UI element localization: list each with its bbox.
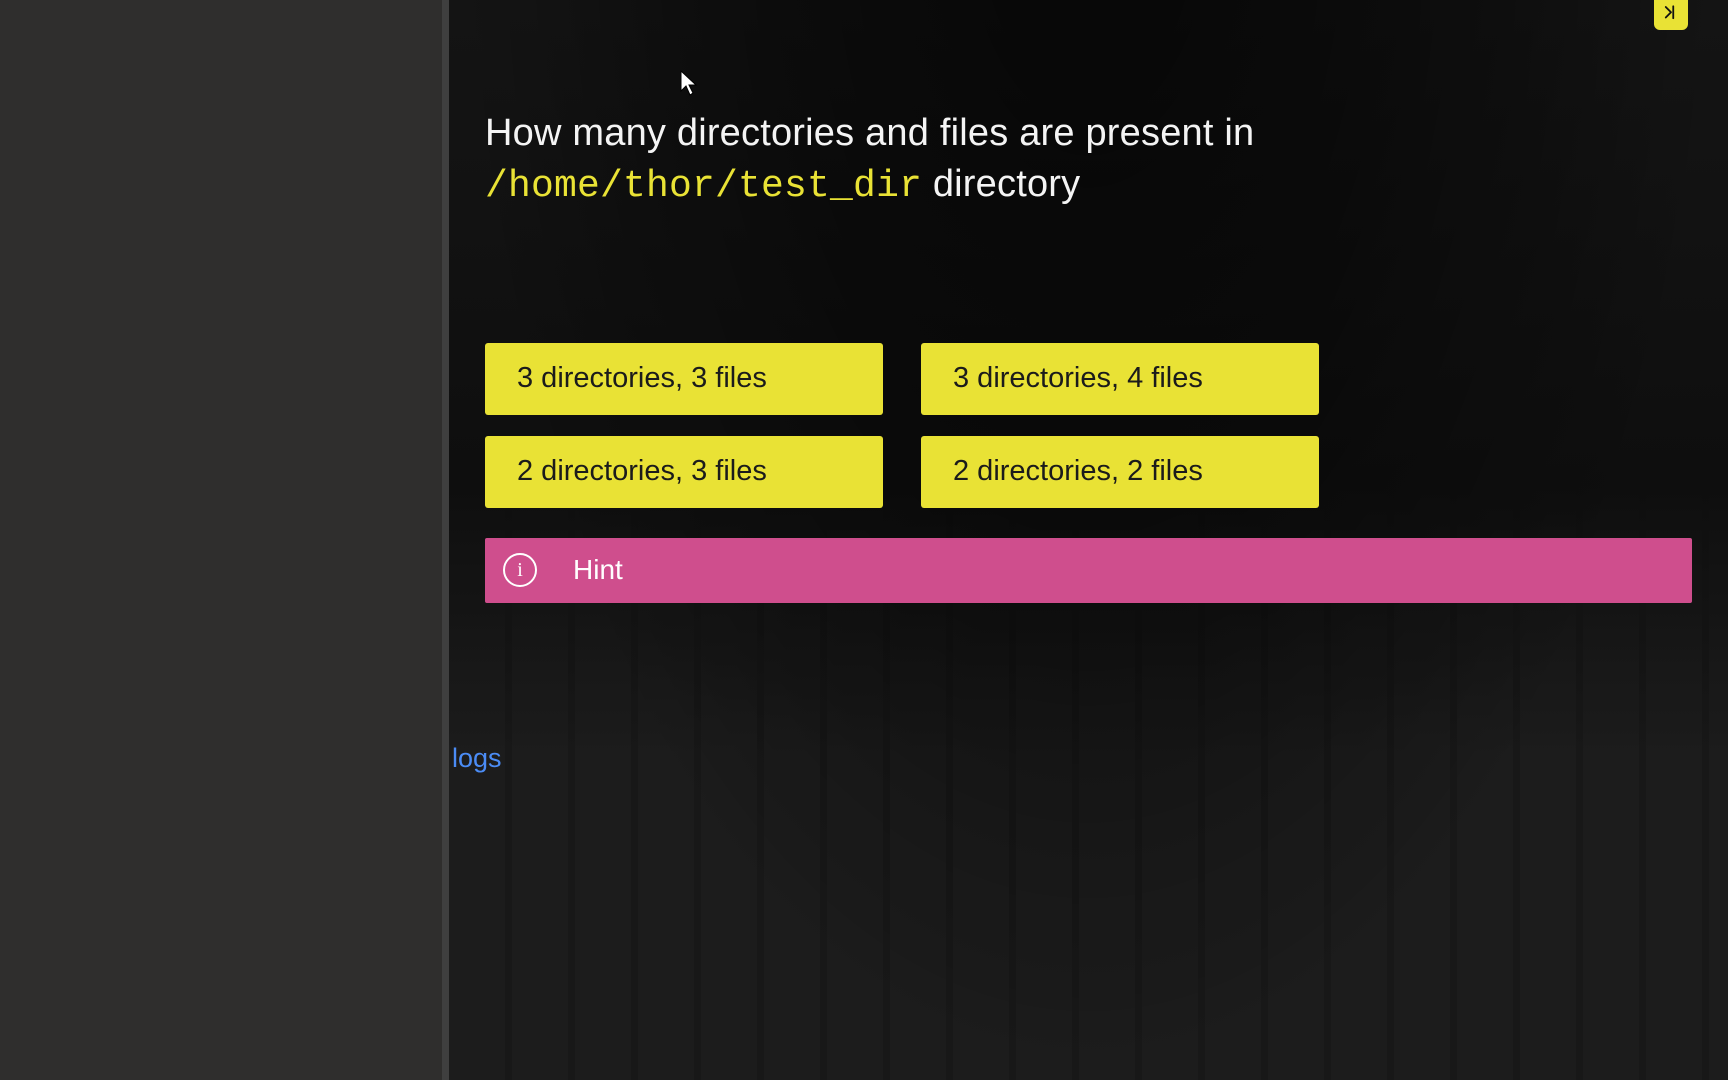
question-code-path: /home/thor/test_dir: [485, 165, 922, 208]
logs-link[interactable]: logs: [452, 743, 502, 774]
option-4-button[interactable]: 2 directories, 2 files: [921, 436, 1319, 508]
expand-icon: [1662, 4, 1680, 27]
hint-bar[interactable]: i Hint: [485, 538, 1692, 603]
mouse-cursor-icon: [678, 60, 700, 88]
info-icon: i: [503, 553, 537, 587]
option-3-button[interactable]: 2 directories, 3 files: [485, 436, 883, 508]
sidebar: [0, 0, 449, 1080]
question-suffix: directory: [922, 163, 1080, 205]
question-prefix: How many directories and files are prese…: [485, 112, 1254, 154]
question-container: How many directories and files are prese…: [449, 0, 1728, 603]
expand-button[interactable]: [1654, 0, 1688, 30]
hint-label: Hint: [573, 554, 623, 586]
answer-options: 3 directories, 3 files 3 directories, 4 …: [485, 343, 1319, 508]
main-panel: How many directories and files are prese…: [449, 0, 1728, 1080]
option-1-button[interactable]: 3 directories, 3 files: [485, 343, 883, 415]
question-text: How many directories and files are prese…: [485, 108, 1692, 213]
option-2-button[interactable]: 3 directories, 4 files: [921, 343, 1319, 415]
